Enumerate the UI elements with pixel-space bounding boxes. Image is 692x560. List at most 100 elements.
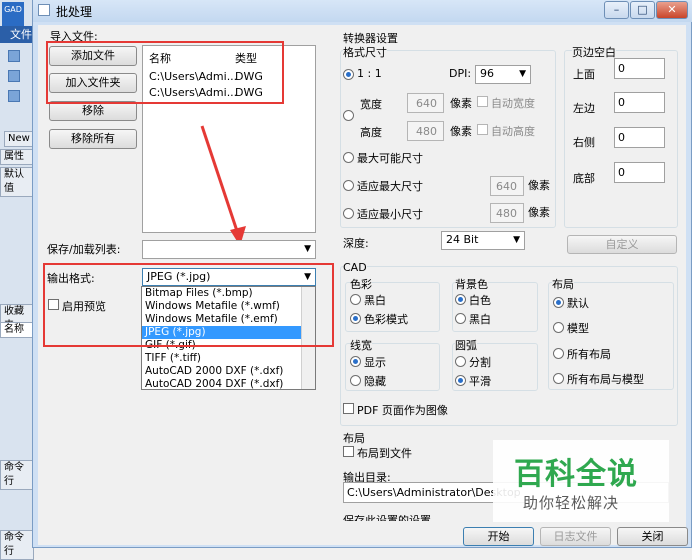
margin-left-label: 左边 — [573, 102, 595, 115]
layout-default-radio[interactable] — [553, 297, 564, 308]
name-column-label: 名称 — [0, 322, 34, 338]
line-width-label: 线宽 — [350, 337, 372, 353]
auto-width-checkbox[interactable] — [477, 96, 488, 107]
annotation-arrow — [200, 125, 246, 246]
layout-all-radio[interactable] — [553, 348, 564, 359]
pdf-as-image-checkbox[interactable] — [343, 403, 354, 414]
fit-min-label: 适应最小尺寸 — [357, 208, 423, 221]
fit-min-radio[interactable] — [343, 208, 354, 219]
margin-top-input[interactable]: 0 — [614, 58, 665, 79]
tab-defaults[interactable]: 默认值 — [0, 167, 34, 197]
line-show-label: 显示 — [364, 356, 386, 369]
margin-bottom-label: 底部 — [573, 172, 595, 185]
format-option[interactable]: TIFF (*.tiff) — [142, 352, 315, 365]
width-unit: 像素 — [450, 97, 472, 110]
fit-min-unit: 像素 — [528, 206, 550, 219]
depth-label: 深度: — [343, 237, 369, 250]
line-hide-label: 隐藏 — [364, 375, 386, 388]
margin-right-input[interactable]: 0 — [614, 127, 665, 148]
arc-split-label: 分割 — [469, 356, 491, 369]
chevron-down-icon: ▼ — [513, 235, 520, 245]
depth-select[interactable]: 24 Bit ▼ — [441, 231, 525, 250]
ratio-label: 1 : 1 — [357, 67, 382, 80]
fit-max-radio[interactable] — [343, 180, 354, 191]
maximize-button[interactable]: □ — [630, 1, 655, 19]
cad-label: CAD — [343, 261, 367, 274]
arc-split-radio[interactable] — [455, 356, 466, 367]
bg-white-radio[interactable] — [455, 294, 466, 305]
save-load-list-select[interactable]: ▼ — [142, 240, 316, 259]
start-button[interactable]: 开始 — [463, 527, 534, 546]
format-option[interactable]: AutoCAD 2004 DXF (*.dxf) — [142, 378, 315, 389]
auto-width-label: 自动宽度 — [491, 97, 535, 110]
log-file-button[interactable]: 日志文件 — [540, 527, 611, 546]
arc-label: 圆弧 — [455, 337, 477, 353]
toolbar-icon[interactable] — [8, 70, 20, 82]
bg-bw-radio[interactable] — [455, 313, 466, 324]
layout-to-file-checkbox[interactable] — [343, 446, 354, 457]
toolbar-icon[interactable] — [8, 50, 20, 62]
color-mode-label: 色彩模式 — [364, 313, 408, 326]
margin-right-label: 右侧 — [573, 136, 595, 149]
layout-all-model-radio[interactable] — [553, 373, 564, 384]
max-possible-radio[interactable] — [343, 152, 354, 163]
color-bw-label: 黑白 — [364, 294, 386, 307]
cut-off-label: 保存此设置的设置 — [343, 515, 431, 521]
background-label: 背景色 — [455, 276, 488, 292]
layout-default-label: 默认 — [567, 297, 589, 310]
window-title: 批处理 — [56, 5, 93, 19]
auto-height-label: 自动高度 — [491, 125, 535, 138]
max-possible-label: 最大可能尺寸 — [357, 152, 423, 165]
layout-model-radio[interactable] — [553, 322, 564, 333]
width-label: 宽度 — [360, 98, 382, 111]
layout-all-label: 所有布局 — [567, 348, 611, 361]
dpi-select[interactable]: 96 ▼ — [475, 65, 531, 84]
layout-all-model-label: 所有布局与模型 — [567, 373, 644, 386]
color-label: 色彩 — [350, 276, 372, 292]
margins-label: 页边空白 — [572, 44, 616, 60]
margin-bottom-input[interactable]: 0 — [614, 162, 665, 183]
line-show-radio[interactable] — [350, 356, 361, 367]
width-input[interactable]: 640 — [407, 93, 444, 113]
minimize-button[interactable]: – — [604, 1, 629, 19]
close-window-button[interactable]: ✕ — [656, 1, 688, 19]
file-menu-tab[interactable]: 文件 — [0, 26, 36, 43]
fit-min-input[interactable]: 480 — [490, 203, 524, 223]
dpi-label: DPI: — [449, 67, 472, 80]
watermark-title: 百科全说 — [514, 457, 638, 492]
custom-button[interactable]: 自定义 — [567, 235, 677, 254]
pdf-as-image-label: PDF 页面作为图像 — [357, 404, 448, 417]
height-unit: 像素 — [450, 125, 472, 138]
auto-height-checkbox[interactable] — [477, 124, 488, 135]
annotation-box — [46, 41, 284, 104]
chevron-down-icon: ▼ — [304, 244, 311, 254]
color-mode-radio[interactable] — [350, 313, 361, 324]
arc-smooth-radio[interactable] — [455, 375, 466, 386]
layout-label: 布局 — [552, 276, 574, 292]
layout-model-label: 模型 — [567, 322, 589, 335]
tab-properties[interactable]: 属性 — [0, 149, 34, 165]
command-line-label: 命令行 — [0, 530, 34, 560]
close-button[interactable]: 关闭 — [617, 527, 688, 546]
chevron-down-icon: ▼ — [519, 69, 526, 79]
ratio-radio[interactable] — [343, 69, 354, 80]
custom-size-radio[interactable] — [343, 110, 354, 121]
save-load-list-label: 保存/加载列表: — [47, 243, 121, 256]
layout-section-label: 布局 — [343, 432, 365, 445]
color-bw-radio[interactable] — [350, 294, 361, 305]
annotation-box — [43, 263, 334, 347]
tab-new[interactable]: New — [4, 131, 34, 147]
fit-max-input[interactable]: 640 — [490, 176, 524, 196]
height-input[interactable]: 480 — [407, 121, 444, 141]
bg-white-label: 白色 — [469, 294, 491, 307]
remove-all-button[interactable]: 移除所有 — [49, 129, 137, 149]
toolbar-icon[interactable] — [8, 90, 20, 102]
margin-top-label: 上面 — [573, 68, 595, 81]
remove-button[interactable]: 移除 — [49, 101, 137, 121]
line-hide-radio[interactable] — [350, 375, 361, 386]
title-bar — [33, 0, 692, 22]
fit-max-unit: 像素 — [528, 179, 550, 192]
margin-left-input[interactable]: 0 — [614, 92, 665, 113]
format-option[interactable]: AutoCAD 2000 DXF (*.dxf) — [142, 365, 315, 378]
window-icon — [38, 4, 50, 16]
